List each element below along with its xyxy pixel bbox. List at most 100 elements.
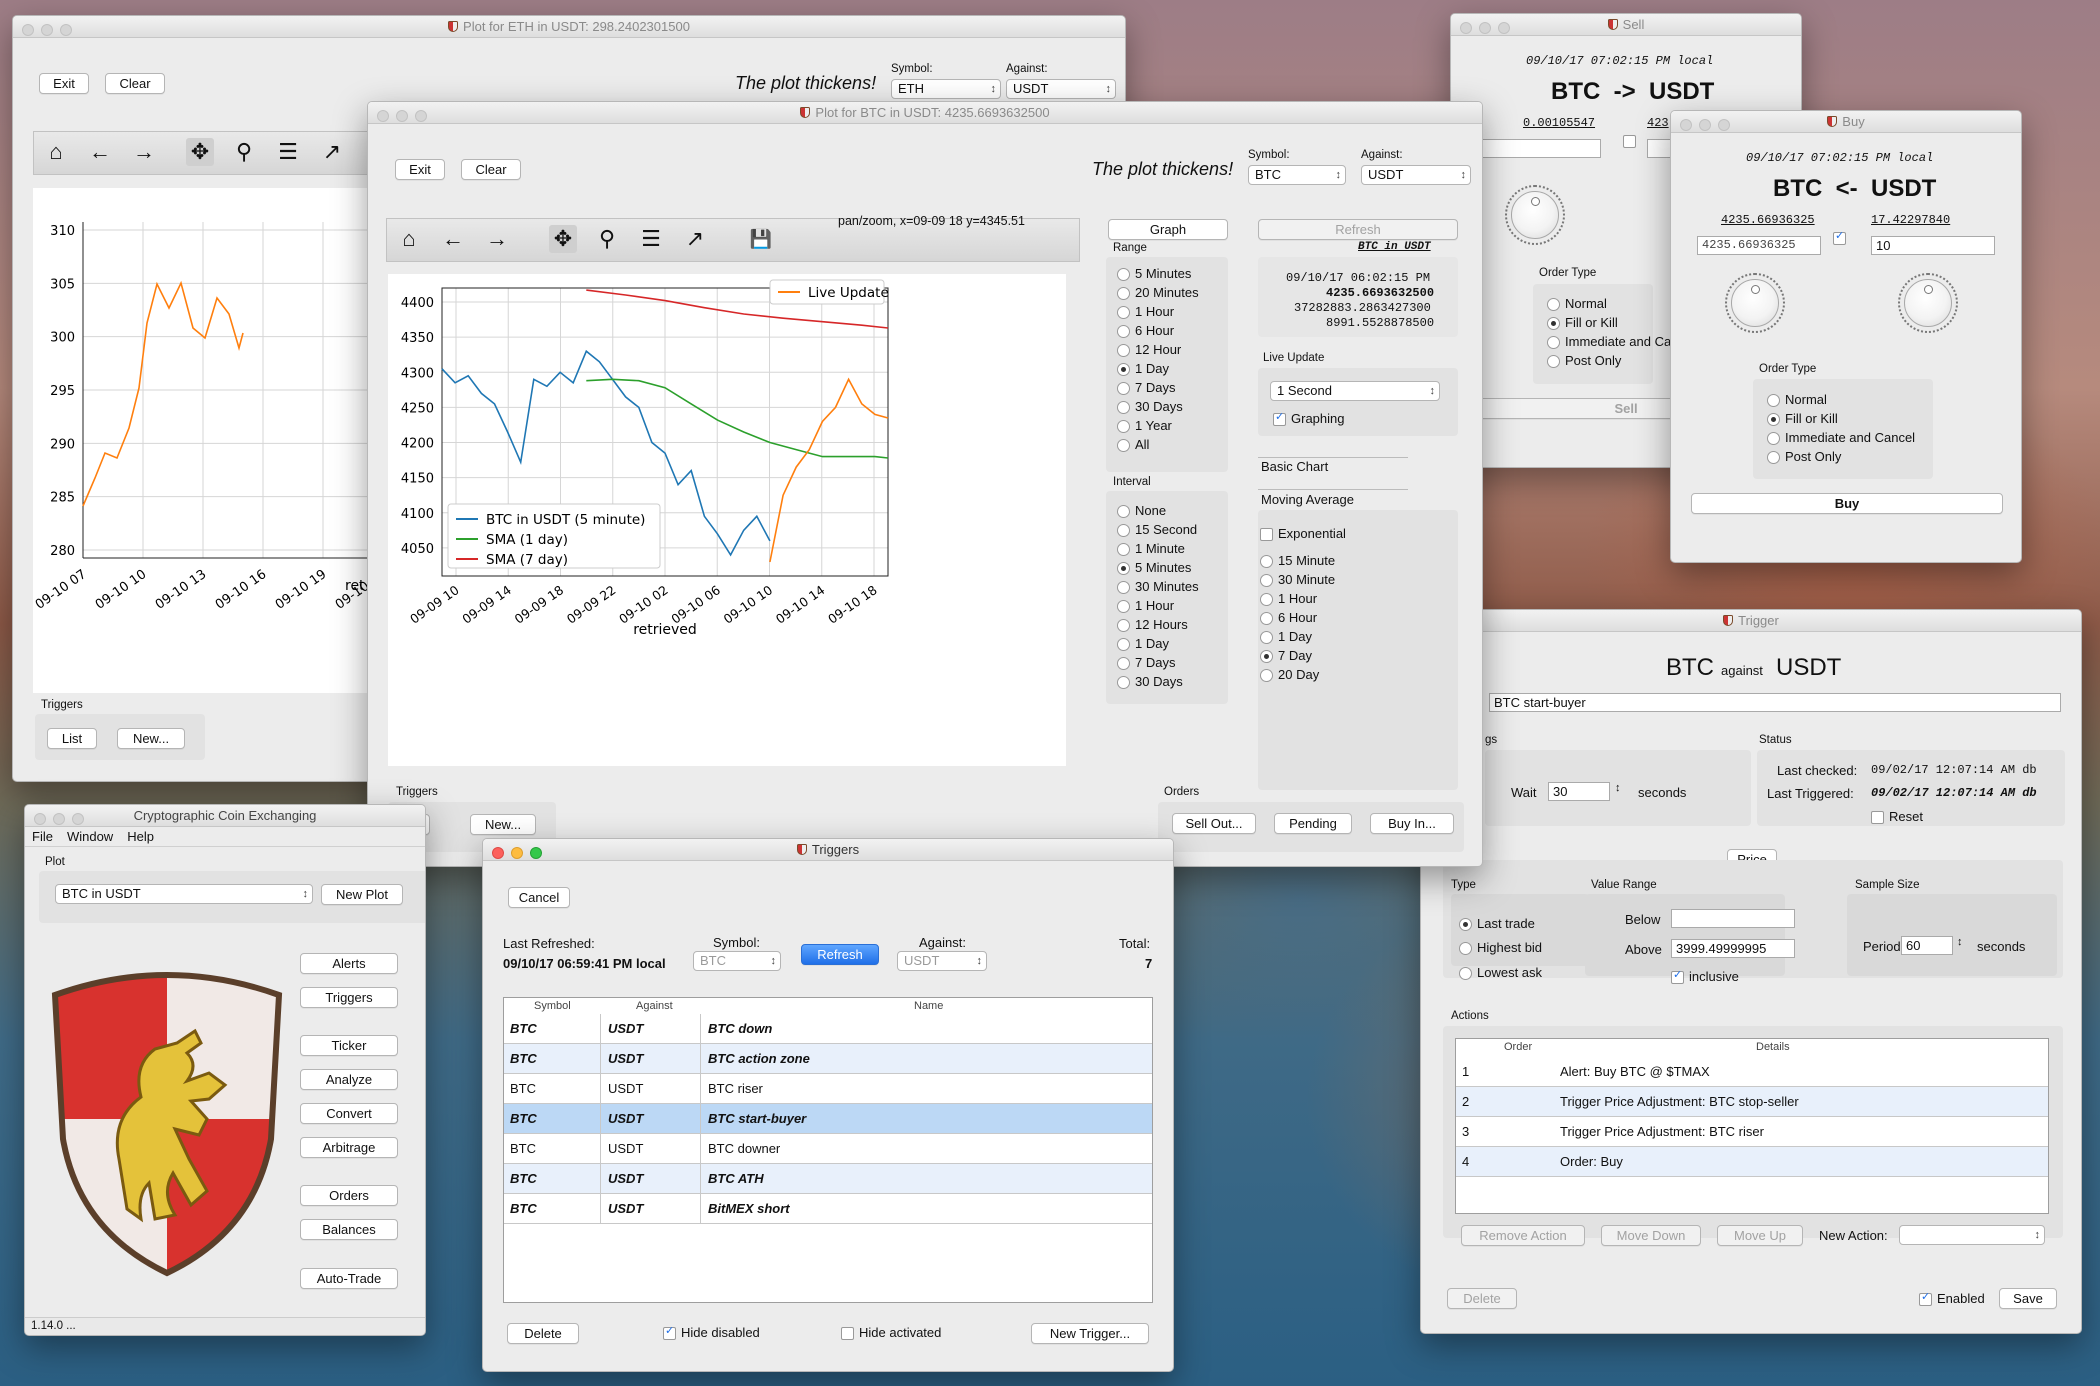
range-option-6[interactable]: 7 Days <box>1117 380 1175 395</box>
clear-button[interactable]: Clear <box>105 73 165 94</box>
range-option-9[interactable]: All <box>1117 437 1149 452</box>
range-option-5[interactable]: 1 Day <box>1117 361 1169 376</box>
pan-icon[interactable]: ✥ <box>186 138 214 166</box>
ticker-button[interactable]: Ticker <box>300 1035 398 1056</box>
symbol-select[interactable]: ETH <box>891 79 1001 99</box>
interval-option-4[interactable]: 30 Minutes <box>1117 579 1199 594</box>
range-option-4[interactable]: 12 Hour <box>1117 342 1181 357</box>
against-select[interactable]: USDT <box>897 951 987 971</box>
plot-select[interactable]: BTC in USDT <box>55 884 313 904</box>
trigger-row[interactable]: BTC USDT BTC downer <box>504 1134 1152 1164</box>
new-plot-button[interactable]: New Plot <box>321 884 403 905</box>
back-icon[interactable]: ← <box>439 225 467 253</box>
buy-price-knob[interactable] <box>1725 273 1785 333</box>
btc-plot-titlebar[interactable]: Plot for BTC in USDT: 4235.6693632500 <box>368 102 1482 124</box>
trigger-row[interactable]: BTC USDT BTC ATH <box>504 1164 1152 1194</box>
axes-icon[interactable]: ↗ <box>318 138 346 166</box>
delete-trigger-button[interactable]: Delete <box>1447 1288 1517 1309</box>
new-trigger-button[interactable]: New... <box>117 728 185 749</box>
interval-option-6[interactable]: 12 Hours <box>1117 617 1188 632</box>
interval-option-0[interactable]: None <box>1117 503 1166 518</box>
home-icon[interactable]: ⌂ <box>395 225 423 253</box>
type-lowest-ask[interactable]: Lowest ask <box>1459 965 1542 980</box>
hide-disabled-checkbox[interactable]: Hide disabled <box>663 1324 760 1340</box>
inclusive-checkbox[interactable]: inclusive <box>1671 968 1739 984</box>
moving-average-option-4[interactable]: 1 Day <box>1260 629 1312 644</box>
eth-chart-area[interactable]: 310 305 300 295 290 285 280 09-10 07 09-10 10 09-… <box>33 188 389 693</box>
axes-icon[interactable]: ↗ <box>681 225 709 253</box>
forward-icon[interactable]: → <box>130 138 158 166</box>
range-option-0[interactable]: 5 Minutes <box>1117 266 1191 281</box>
action-row[interactable]: 2 Trigger Price Adjustment: BTC stop-sell… <box>1456 1087 2048 1117</box>
home-icon[interactable]: ⌂ <box>42 138 70 166</box>
graph-button[interactable]: Graph <box>1108 219 1228 240</box>
exponential-checkbox[interactable]: Exponential <box>1260 526 1346 541</box>
below-field[interactable] <box>1671 909 1795 928</box>
remove-action-button[interactable]: Remove Action <box>1461 1225 1585 1246</box>
refresh-button[interactable]: Refresh <box>1258 219 1458 240</box>
range-option-1[interactable]: 20 Minutes <box>1117 285 1199 300</box>
sell-amount-field[interactable] <box>1477 139 1601 158</box>
exit-button[interactable]: Exit <box>395 159 445 180</box>
interval-option-9[interactable]: 30 Days <box>1117 674 1183 689</box>
buy-price-field[interactable]: 4235.66936325 <box>1697 236 1821 255</box>
pending-button[interactable]: Pending <box>1274 813 1352 834</box>
buy-in-button[interactable]: Buy In... <box>1370 813 1454 834</box>
moving-average-option-2[interactable]: 1 Hour <box>1260 591 1317 606</box>
against-column-header[interactable]: Against <box>636 1000 673 1012</box>
sell-titlebar[interactable]: Sell <box>1451 14 1801 36</box>
alerts-button[interactable]: Alerts <box>300 953 398 974</box>
sell-price-link[interactable]: 423 <box>1647 116 1669 130</box>
menu-window[interactable]: Window <box>60 827 120 846</box>
move-down-button[interactable]: Move Down <box>1601 1225 1701 1246</box>
trigger-titlebar[interactable]: Trigger <box>1421 610 2081 632</box>
new-action-select[interactable] <box>1899 1225 2045 1245</box>
sell-order-normal[interactable]: Normal <box>1547 296 1607 311</box>
name-column-header[interactable]: Name <box>914 1000 943 1012</box>
triggers-titlebar[interactable]: Triggers <box>483 839 1173 861</box>
sell-amount-knob[interactable] <box>1505 185 1565 245</box>
sell-order-immediate[interactable]: Immediate and Ca <box>1547 334 1671 349</box>
moving-average-option-3[interactable]: 6 Hour <box>1260 610 1317 625</box>
trigger-name-field[interactable]: BTC start-buyer <box>1489 693 2061 712</box>
auto-trade-button[interactable]: Auto-Trade <box>300 1268 398 1289</box>
list-button[interactable]: List <box>47 728 97 749</box>
interval-option-2[interactable]: 1 Minute <box>1117 541 1185 556</box>
new-trigger-button[interactable]: New Trigger... <box>1031 1323 1149 1344</box>
period-field[interactable]: 60 <box>1901 936 1953 955</box>
clear-button[interactable]: Clear <box>461 159 521 180</box>
arbitrage-button[interactable]: Arbitrage <box>300 1137 398 1158</box>
buy-amount-knob[interactable] <box>1898 273 1958 333</box>
cancel-button[interactable]: Cancel <box>508 887 570 908</box>
action-row[interactable]: 4 Order: Buy <box>1456 1147 2048 1177</box>
configure-icon[interactable]: ☰ <box>637 225 665 253</box>
interval-option-3[interactable]: 5 Minutes <box>1117 560 1191 575</box>
action-row[interactable]: 1 Alert: Buy BTC @ $TMAX <box>1456 1057 2048 1087</box>
range-option-8[interactable]: 1 Year <box>1117 418 1172 433</box>
buy-order-immediate[interactable]: Immediate and Cancel <box>1767 430 1915 445</box>
triggers-button[interactable]: Triggers <box>300 987 398 1008</box>
symbol-select[interactable]: BTC <box>1248 165 1346 185</box>
trigger-row[interactable]: BTC USDT BitMEX short <box>504 1194 1152 1224</box>
trigger-row[interactable]: BTC USDT BTC action zone <box>504 1044 1152 1074</box>
buy-order-post-only[interactable]: Post Only <box>1767 449 1841 464</box>
zoom-icon[interactable]: ⚲ <box>593 225 621 253</box>
range-option-2[interactable]: 1 Hour <box>1117 304 1174 319</box>
pair-link[interactable]: BTC in USDT <box>1358 241 1431 253</box>
period-stepper[interactable]: ↕ <box>1957 936 1963 948</box>
enabled-checkbox[interactable]: Enabled <box>1919 1290 1985 1306</box>
save-icon[interactable]: 💾 <box>747 225 775 253</box>
main-titlebar[interactable]: Cryptographic Coin Exchanging <box>25 805 425 827</box>
moving-average-option-0[interactable]: 15 Minute <box>1260 553 1335 568</box>
graphing-checkbox[interactable]: Graphing <box>1273 410 1344 426</box>
interval-option-7[interactable]: 1 Day <box>1117 636 1169 651</box>
basic-chart-tab[interactable]: Basic Chart <box>1261 459 1328 474</box>
refresh-button[interactable]: Refresh <box>801 944 879 965</box>
hide-activated-checkbox[interactable]: Hide activated <box>841 1325 941 1340</box>
type-highest-bid[interactable]: Highest bid <box>1459 940 1542 955</box>
live-update-select[interactable]: 1 Second <box>1270 381 1440 401</box>
moving-average-option-6[interactable]: 20 Day <box>1260 667 1319 682</box>
trigger-row[interactable]: BTC USDT BTC down <box>504 1014 1152 1044</box>
convert-button[interactable]: Convert <box>300 1103 398 1124</box>
sell-order-fill-or-kill[interactable]: Fill or Kill <box>1547 315 1618 330</box>
